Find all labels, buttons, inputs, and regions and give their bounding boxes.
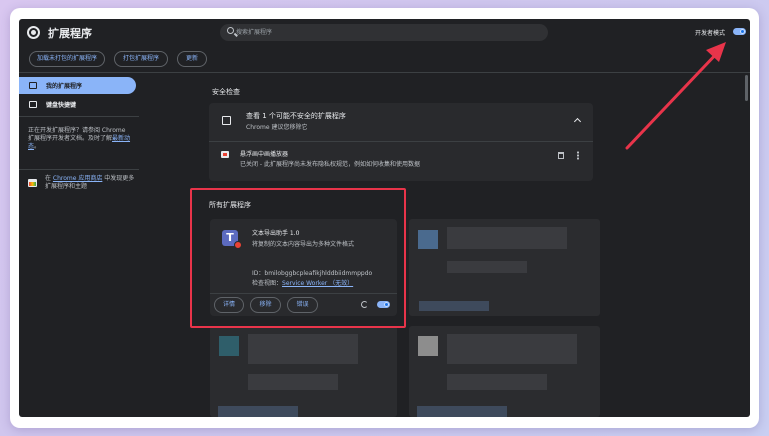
web-store-text: 在 Chrome 应用商店 中发现更多扩展程序和主题 [45, 175, 135, 191]
blurred-block [447, 334, 577, 364]
more-vert-icon[interactable] [577, 151, 579, 160]
blurred-block [219, 336, 239, 356]
search-bar[interactable] [220, 24, 548, 41]
sidebar-item-shortcuts[interactable]: 键盘快捷键 [19, 96, 136, 113]
safety-check-card: 查看 1 个可能不安全的扩展程序 Chrome 建议您移除它 悬浮画中画播放器 … [209, 103, 593, 181]
keyboard-icon [29, 101, 37, 108]
dev-docs-text: 正在开发扩展程序？请参阅 Chrome 扩展程序开发者文档。及时了解最新动态。 [28, 127, 133, 151]
load-unpacked-button[interactable]: 加载未打包的扩展程序 [29, 51, 105, 67]
header: 扩展程序 开发者模式 [19, 19, 750, 47]
blurred-extension-card [409, 219, 600, 316]
blurred-block [447, 227, 567, 249]
sidebar-divider [19, 116, 139, 117]
blurred-block [248, 334, 358, 364]
blurred-block [417, 406, 507, 417]
blurred-block [248, 374, 338, 390]
update-button[interactable]: 更新 [177, 51, 207, 67]
safety-card-title: 查看 1 个可能不安全的扩展程序 [246, 112, 346, 120]
search-icon [227, 27, 234, 34]
blurred-block [447, 374, 547, 390]
blurred-block [419, 301, 489, 311]
blurred-extension-card [409, 326, 600, 417]
store-prefix: 在 [45, 175, 53, 182]
page-title: 扩展程序 [48, 27, 92, 40]
dev-mode-toggle[interactable] [733, 28, 746, 35]
dev-docs-suffix: 。 [34, 143, 41, 150]
sidebar-divider [19, 169, 139, 170]
chrome-logo-icon [27, 26, 40, 39]
pip-player-icon [221, 151, 229, 158]
chevron-up-icon[interactable] [573, 117, 582, 126]
web-store-icon [28, 179, 37, 187]
safety-section-title: 安全检查 [212, 88, 240, 96]
sidebar-item-my-extensions[interactable]: 我的扩展程序 [19, 77, 136, 94]
scrollbar[interactable] [745, 75, 748, 101]
safety-divider [209, 141, 593, 142]
sidebar-item-label: 键盘快捷键 [46, 102, 77, 109]
dev-docs-prefix: 正在开发扩展程序？请参阅 Chrome 扩展程序开发者文档。及时了解 [28, 127, 126, 142]
pack-extension-button[interactable]: 打包扩展程序 [114, 51, 168, 67]
sidebar-item-label: 我的扩展程序 [46, 83, 83, 90]
blurred-extension-card [210, 326, 397, 417]
unsafe-extension-name: 悬浮画中画播放器 [240, 151, 289, 158]
blurred-block [418, 336, 438, 356]
trash-icon[interactable] [558, 152, 564, 159]
toolbar-divider [19, 72, 750, 73]
blurred-block [447, 261, 527, 273]
dev-mode-label: 开发者模式 [695, 30, 726, 37]
safety-card-subtitle: Chrome 建议您移除它 [246, 124, 308, 131]
puzzle-icon [222, 116, 231, 125]
annotation-highlight-box [190, 188, 406, 328]
web-store-link[interactable]: Chrome 应用商店 [53, 175, 102, 182]
blurred-block [418, 230, 438, 249]
blurred-block [218, 406, 298, 417]
unsafe-extension-desc: 已关闭 - 此扩展程序尚未发布隐私权规范，例如如何收集和使用数据 [240, 161, 420, 168]
puzzle-icon [29, 82, 37, 89]
search-input[interactable] [236, 24, 536, 41]
